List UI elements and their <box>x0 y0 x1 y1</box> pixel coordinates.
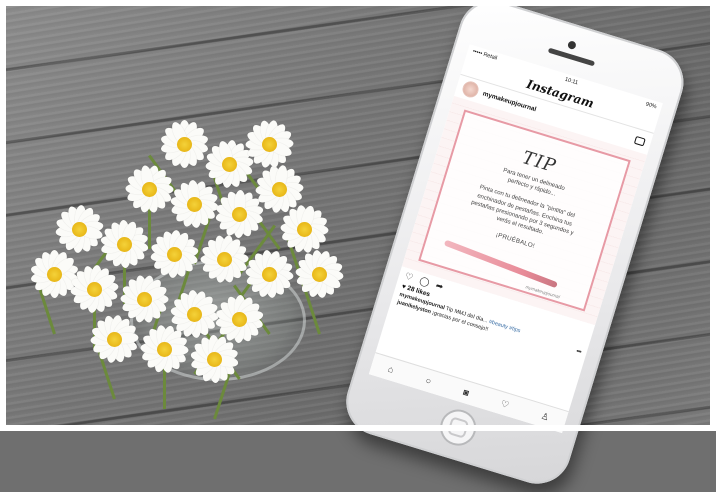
daisy-center <box>46 266 62 282</box>
daisy-center <box>86 281 102 297</box>
daisy-flower <box>189 334 239 384</box>
daisy-center <box>216 251 232 267</box>
daisy-flower <box>244 119 294 169</box>
daisy-center <box>261 266 277 282</box>
daisy-center <box>176 136 192 152</box>
daisy-flower <box>149 229 199 279</box>
comment-icon[interactable]: ◯ <box>418 275 431 288</box>
daisy-center <box>166 246 182 262</box>
daisy-flower <box>89 314 139 364</box>
daisy-flower <box>54 204 104 254</box>
daisy-center <box>156 341 172 357</box>
daisy-flower <box>159 119 209 169</box>
daisy-center <box>231 206 247 222</box>
heart-outline-icon[interactable]: ♡ <box>404 270 415 283</box>
daisy-center <box>206 351 222 367</box>
daisy-flower <box>124 164 174 214</box>
daisy-center <box>231 311 247 327</box>
daisy-flower <box>244 249 294 299</box>
heart-icon[interactable]: ♡ <box>500 398 511 411</box>
inbox-icon[interactable] <box>633 135 646 147</box>
daisy-center <box>136 291 152 307</box>
share-arrow-icon[interactable]: ➦ <box>434 280 445 293</box>
daisy-center <box>296 221 312 237</box>
daisy-center <box>221 156 237 172</box>
daisy-center <box>261 136 277 152</box>
daisy-flower <box>199 234 249 284</box>
daisy-center <box>106 331 122 347</box>
home-icon[interactable]: ⌂ <box>387 364 395 375</box>
daisy-flower <box>99 219 149 269</box>
daisy-flower <box>69 264 119 314</box>
camera-icon[interactable]: ◙ <box>462 387 470 398</box>
battery-label: 90% <box>645 100 658 110</box>
tip-body: Pinta con tu delineador la "pintita" del… <box>470 184 576 237</box>
daisy-center <box>186 196 202 212</box>
daisies-in-jar <box>10 110 344 420</box>
daisy-center <box>116 236 132 252</box>
daisy-flower <box>279 204 329 254</box>
daisy-flower <box>294 249 344 299</box>
daisy-center <box>311 266 327 282</box>
profile-icon[interactable]: ♙ <box>540 410 551 423</box>
search-icon[interactable]: ○ <box>424 375 432 386</box>
daisy-center <box>71 221 87 237</box>
avatar[interactable] <box>460 79 481 100</box>
daisy-center <box>271 181 287 197</box>
daisy-center <box>141 181 157 197</box>
daisy-flower <box>139 324 189 374</box>
daisy-flower <box>169 179 219 229</box>
daisy-center <box>186 306 202 322</box>
eyeliner-brush-illustration <box>443 239 558 289</box>
